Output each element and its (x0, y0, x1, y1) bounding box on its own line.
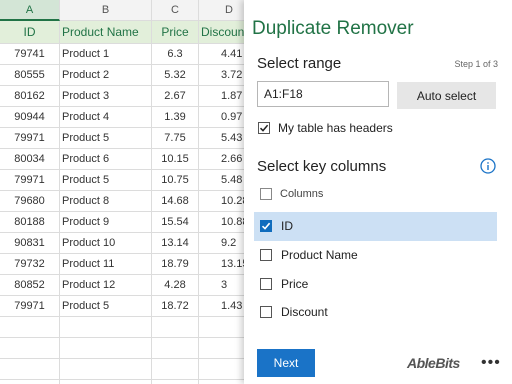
id-cell[interactable]: 80555 (0, 65, 60, 86)
select-range-heading: Select range (257, 55, 342, 72)
header-cell-id[interactable]: ID (0, 21, 60, 44)
product-name-cell[interactable]: Product 4 (60, 107, 152, 128)
id-cell[interactable]: 79741 (0, 44, 60, 65)
product-name-cell[interactable]: Product 9 (60, 212, 152, 233)
product-name-cell[interactable]: Product 5 (60, 170, 152, 191)
id-cell[interactable]: 79971 (0, 128, 60, 149)
column-checkbox-discount[interactable] (260, 306, 272, 318)
id-cell[interactable]: 80188 (0, 212, 60, 233)
price-cell[interactable]: 14.68 (152, 191, 199, 212)
price-cell[interactable]: 7.75 (152, 128, 199, 149)
column-item-product-name[interactable]: Product Name (254, 241, 497, 270)
price-cell[interactable]: 15.54 (152, 212, 199, 233)
id-cell[interactable]: 79971 (0, 296, 60, 317)
id-cell[interactable] (0, 338, 60, 359)
select-all-columns-checkbox[interactable] (260, 188, 272, 200)
next-button[interactable]: Next (257, 349, 315, 377)
price-cell[interactable]: 13.14 (152, 233, 199, 254)
id-cell[interactable]: 79971 (0, 170, 60, 191)
id-cell[interactable]: 79680 (0, 191, 60, 212)
price-cell[interactable]: 18.79 (152, 254, 199, 275)
column-label: Product Name (281, 248, 358, 262)
pane-title: Duplicate Remover (252, 18, 414, 39)
product-name-cell[interactable] (60, 317, 152, 338)
price-cell[interactable] (152, 380, 199, 384)
checkmark-icon (261, 222, 271, 230)
column-item-id[interactable]: ID (254, 212, 497, 241)
column-item-discount[interactable]: Discount (254, 298, 497, 327)
id-cell[interactable]: 80852 (0, 275, 60, 296)
column-item-price[interactable]: Price (254, 270, 497, 299)
column-checkbox-price[interactable] (260, 278, 272, 290)
range-input[interactable] (257, 81, 389, 107)
id-cell[interactable]: 80034 (0, 149, 60, 170)
column-label: Discount (281, 305, 328, 319)
price-cell[interactable]: 4.28 (152, 275, 199, 296)
has-headers-label[interactable]: My table has headers (278, 121, 393, 135)
id-cell[interactable]: 90831 (0, 233, 60, 254)
column-checkbox-id[interactable] (260, 220, 272, 232)
key-columns-heading: Select key columns (257, 158, 387, 175)
product-name-cell[interactable]: Product 6 (60, 149, 152, 170)
product-name-cell[interactable]: Product 10 (60, 233, 152, 254)
product-name-cell[interactable]: Product 3 (60, 86, 152, 107)
duplicate-remover-pane: Duplicate Remover Select range Step 1 of… (244, 0, 512, 384)
price-cell[interactable]: 5.32 (152, 65, 199, 86)
spreadsheet: A B C D ID Product Name Price Discoun 79… (0, 0, 260, 384)
info-icon[interactable] (480, 158, 496, 174)
price-cell[interactable]: 10.15 (152, 149, 199, 170)
column-letter-b[interactable]: B (60, 0, 152, 21)
product-name-cell[interactable]: Product 5 (60, 128, 152, 149)
header-cell-product-name[interactable]: Product Name (60, 21, 152, 44)
column-letter-a[interactable]: A (0, 0, 60, 21)
step-indicator: Step 1 of 3 (454, 59, 498, 69)
product-name-cell[interactable]: Product 5 (60, 296, 152, 317)
column-letter-c[interactable]: C (152, 0, 199, 21)
price-cell[interactable]: 2.67 (152, 86, 199, 107)
id-cell[interactable] (0, 317, 60, 338)
product-name-cell[interactable]: Product 12 (60, 275, 152, 296)
price-cell[interactable]: 6.3 (152, 44, 199, 65)
auto-select-button[interactable]: Auto select (397, 82, 496, 109)
more-icon[interactable]: ••• (481, 354, 501, 372)
price-cell[interactable] (152, 317, 199, 338)
header-cell-price[interactable]: Price (152, 21, 199, 44)
price-cell[interactable] (152, 359, 199, 380)
price-cell[interactable]: 10.75 (152, 170, 199, 191)
id-cell[interactable]: 79732 (0, 254, 60, 275)
id-cell[interactable]: 80162 (0, 86, 60, 107)
has-headers-checkbox[interactable] (258, 122, 270, 134)
id-cell[interactable] (0, 359, 60, 380)
column-label: ID (281, 219, 293, 233)
product-name-cell[interactable] (60, 338, 152, 359)
columns-header-label: Columns (280, 188, 324, 200)
column-label: Price (281, 277, 309, 291)
product-name-cell[interactable]: Product 8 (60, 191, 152, 212)
price-cell[interactable]: 18.72 (152, 296, 199, 317)
price-cell[interactable]: 1.39 (152, 107, 199, 128)
product-name-cell[interactable]: Product 1 (60, 44, 152, 65)
price-cell[interactable] (152, 338, 199, 359)
product-name-cell[interactable]: Product 2 (60, 65, 152, 86)
checkmark-icon (259, 124, 269, 132)
product-name-cell[interactable] (60, 359, 152, 380)
product-name-cell[interactable]: Product 11 (60, 254, 152, 275)
product-name-cell[interactable] (60, 380, 152, 384)
id-cell[interactable]: 90944 (0, 107, 60, 128)
column-checkbox-product-name[interactable] (260, 249, 272, 261)
ablebits-logo: AbleBits (407, 355, 460, 371)
id-cell[interactable] (0, 380, 60, 384)
